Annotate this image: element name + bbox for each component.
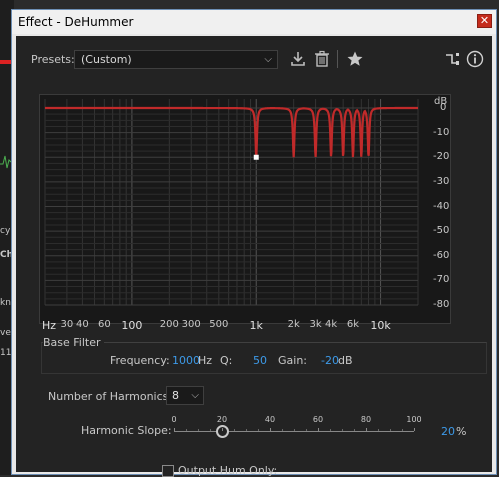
slope-minor-tick [210, 429, 211, 431]
hz-tick-label: 40 [76, 319, 89, 330]
presets-dropdown[interactable]: (Custom) ⌵ [74, 50, 278, 69]
dehummer-dialog: Effect - DeHummer ✕ Presets: (Custom) ⌵ [11, 9, 497, 477]
slope-minor-tick [234, 429, 235, 431]
slope-minor-tick [390, 429, 391, 431]
slope-minor-tick [186, 429, 187, 431]
hz-tick-label: Hz [42, 319, 57, 332]
slope-slider-thumb[interactable] [215, 425, 229, 438]
info-icon[interactable] [466, 50, 484, 68]
slope-tick-mark [366, 428, 367, 431]
slope-minor-tick [354, 429, 355, 431]
gain-label: Gain: [278, 354, 307, 367]
hz-tick-label: 200 [159, 319, 179, 330]
dialog-title: Effect - DeHummer [18, 15, 134, 29]
db-tick-label: -30 [433, 175, 450, 187]
slope-tick-mark [222, 428, 223, 431]
harmonics-value: 8 [172, 389, 179, 402]
harmonics-label: Number of Harmonics: [48, 390, 173, 403]
star-icon[interactable] [346, 50, 364, 68]
download-icon[interactable] [289, 50, 307, 68]
db-tick-label: 0 [440, 102, 447, 113]
chevron-down-icon: ⌵ [191, 390, 199, 401]
slope-minor-tick [342, 429, 343, 431]
db-tick-label: -70 [433, 274, 450, 286]
dialog-titlebar[interactable]: Effect - DeHummer ✕ [12, 10, 496, 34]
hz-tick-label: 2k [287, 319, 300, 330]
slope-tick-label: 80 [360, 415, 372, 424]
background-waveform [0, 150, 12, 172]
slope-minor-tick [330, 429, 331, 431]
base-filter-title: Base Filter [43, 336, 104, 349]
chevron-down-icon: ⌵ [264, 54, 272, 65]
db-tick-label: -80 [433, 299, 450, 310]
slope-tick-label: 40 [264, 415, 276, 424]
slope-tick-mark [174, 428, 175, 431]
slope-tick-mark [318, 428, 319, 431]
frequency-label: Frequency: [110, 354, 170, 367]
close-icon: ✕ [479, 14, 490, 27]
db-tick-label: -10 [433, 126, 450, 138]
background-text-fragment: cy [0, 226, 11, 236]
background-text-fragment: ve [0, 328, 11, 338]
background-text-fragment: 11 [0, 348, 12, 358]
trash-icon[interactable] [313, 50, 331, 68]
slope-minor-tick [258, 429, 259, 431]
q-label: Q: [220, 354, 233, 367]
hz-tick-label: 4k [325, 319, 338, 330]
q-value[interactable]: 50 [253, 354, 267, 367]
slope-minor-tick [378, 429, 379, 431]
output-hum-checkbox[interactable] [162, 465, 174, 477]
eq-graph-svg [44, 99, 419, 306]
dialog-content: Presets: (Custom) ⌵ dB Base Filter Frequ… [16, 36, 492, 477]
slope-minor-tick [294, 429, 295, 431]
hz-tick-label: 60 [97, 319, 111, 330]
frequency-unit: Hz [198, 354, 213, 367]
hz-tick-label: 30 [60, 319, 74, 330]
base-filter-handle[interactable] [253, 154, 259, 160]
harmonics-dropdown[interactable]: 8 ⌵ [166, 386, 204, 405]
output-hum-label: Output Hum Only: [178, 464, 278, 477]
hz-tick-label: 100 [121, 319, 143, 332]
db-tick-label: -20 [433, 151, 450, 163]
frequency-value[interactable]: 1000 [172, 354, 200, 367]
background-red-bar [0, 60, 11, 64]
hz-tick-label: 6k [346, 319, 360, 330]
routing-icon[interactable] [444, 50, 462, 68]
toolbar-divider [337, 50, 338, 68]
slope-tick-mark [270, 428, 271, 431]
slope-tick-label: 20 [216, 415, 228, 424]
hz-tick-label: 1k [249, 319, 263, 332]
gain-unit: dB [338, 354, 353, 367]
close-button[interactable]: ✕ [477, 14, 492, 28]
slope-minor-tick [306, 429, 307, 431]
hz-tick-label: 10k [370, 319, 391, 332]
presets-label: Presets: [31, 53, 75, 66]
db-tick-label: -60 [433, 249, 450, 261]
slope-unit: % [456, 425, 467, 438]
db-tick-label: -50 [433, 225, 450, 237]
slope-value[interactable]: 20 [441, 425, 455, 438]
slope-tick-label: 0 [171, 415, 177, 424]
slope-minor-tick [198, 429, 199, 431]
gain-value[interactable]: -20 [321, 354, 339, 367]
slope-tick-label: 100 [406, 415, 422, 424]
slope-minor-tick [282, 429, 283, 431]
slope-minor-tick [246, 429, 247, 431]
slope-minor-tick [402, 429, 403, 431]
eq-graph[interactable] [39, 94, 451, 324]
slope-slider-track[interactable] [174, 431, 414, 432]
hz-tick-label: 3k [309, 319, 322, 330]
slope-tick-label: 60 [312, 415, 324, 424]
hz-tick-label: 500 [209, 319, 229, 330]
background-text-fragment: kn [0, 298, 11, 308]
slope-tick-mark [414, 428, 415, 431]
presets-value: (Custom) [81, 53, 132, 66]
hz-tick-label: 300 [181, 319, 201, 330]
db-tick-label: -40 [433, 200, 450, 212]
slope-label: Harmonic Slope: [81, 424, 172, 437]
